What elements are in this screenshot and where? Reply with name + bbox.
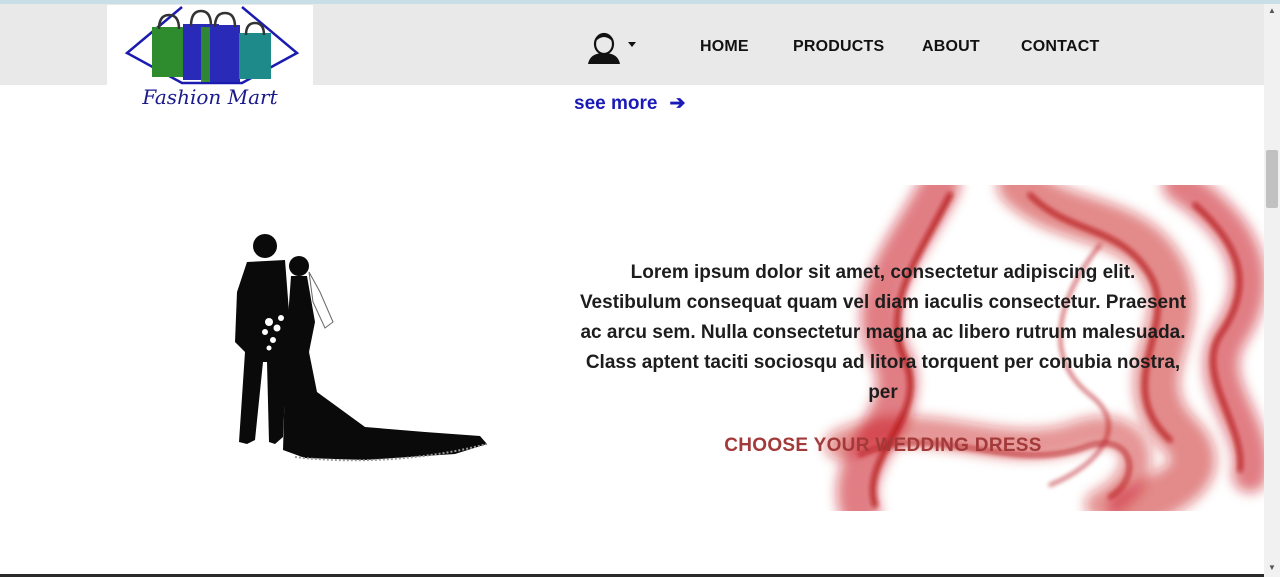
feature-description: Lorem ipsum dolor sit amet, consectetur …	[579, 262, 1187, 403]
shopping-bags-icon	[124, 6, 300, 85]
choose-wedding-dress-link[interactable]: CHOOSE YOUR WEDDING DRESS	[578, 435, 1188, 457]
scroll-down-arrow-icon[interactable]: ▼	[1264, 561, 1280, 575]
brand-logo[interactable]: Fashion Mart	[107, 5, 313, 111]
see-more-label: see more	[574, 93, 658, 114]
wedding-couple-image	[225, 232, 493, 466]
nav-home[interactable]: HOME	[700, 38, 749, 56]
nav-about[interactable]: ABOUT	[922, 38, 980, 56]
nav-contact[interactable]: CONTACT	[1021, 38, 1099, 56]
caret-down-icon	[628, 42, 636, 47]
user-avatar-icon	[588, 32, 620, 64]
brand-name: Fashion Mart	[142, 85, 278, 109]
user-menu[interactable]	[588, 32, 638, 66]
see-more-link[interactable]: see more ➔	[574, 92, 685, 115]
arrow-right-icon: ➔	[669, 93, 686, 114]
vertical-scrollbar[interactable]	[1264, 4, 1280, 577]
scrollbar-thumb[interactable]	[1266, 150, 1278, 208]
scroll-up-arrow-icon[interactable]: ▲	[1264, 4, 1280, 18]
nav-products[interactable]: PRODUCTS	[793, 38, 884, 56]
